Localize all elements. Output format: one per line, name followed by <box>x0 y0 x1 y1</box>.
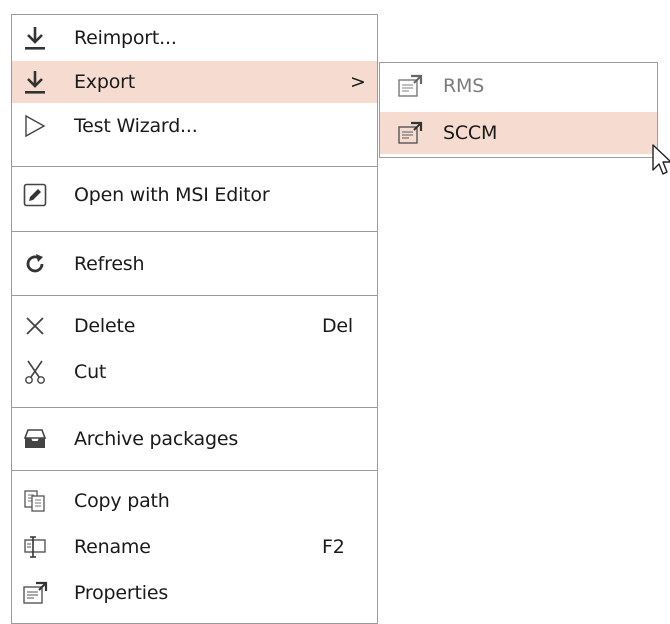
menu-item-rename[interactable]: Rename F2 <box>12 526 377 568</box>
properties-icon <box>18 576 52 610</box>
menu-separator <box>12 295 377 296</box>
refresh-icon <box>18 247 52 281</box>
context-menu: Reimport... Export > Test Wizard... Open… <box>11 14 378 624</box>
menu-item-label: Open with MSI Editor <box>74 184 270 206</box>
archive-tray-icon <box>18 422 52 456</box>
submenu-item-sccm[interactable]: SCCM <box>380 112 657 154</box>
submenu-item-label: RMS <box>443 75 485 97</box>
menu-item-delete[interactable]: Delete Del <box>12 305 377 347</box>
shortcut-label: Del <box>322 315 353 337</box>
menu-item-label: Export <box>74 71 135 93</box>
shortcut-label: F2 <box>322 536 345 558</box>
mouse-pointer-icon <box>652 144 670 175</box>
scissors-icon <box>18 355 52 389</box>
menu-separator <box>12 407 377 408</box>
menu-item-cut[interactable]: Cut <box>12 351 377 393</box>
delete-x-icon <box>18 309 52 343</box>
menu-item-label: Cut <box>74 361 107 383</box>
menu-item-label: Reimport... <box>74 27 177 49</box>
menu-item-label: Properties <box>74 582 169 604</box>
menu-item-label: Delete <box>74 315 136 337</box>
menu-separator <box>12 470 377 471</box>
export-submenu: RMS SCCM <box>379 62 658 158</box>
submenu-chevron-icon: > <box>350 71 366 93</box>
menu-item-label: Copy path <box>74 490 170 512</box>
export-down-arrow-icon <box>18 65 52 99</box>
play-triangle-icon <box>18 109 52 143</box>
menu-item-archive-packages[interactable]: Archive packages <box>12 418 377 460</box>
import-down-arrow-icon <box>18 21 52 55</box>
menu-item-export[interactable]: Export > <box>12 61 377 103</box>
menu-item-label: Test Wizard... <box>74 115 198 137</box>
menu-item-label: Refresh <box>74 253 145 275</box>
rename-icon <box>18 530 52 564</box>
submenu-item-rms[interactable]: RMS <box>380 65 657 107</box>
copy-icon <box>18 484 52 518</box>
submenu-item-label: SCCM <box>443 122 498 144</box>
menu-item-label: Archive packages <box>74 428 239 450</box>
menu-item-copy-path[interactable]: Copy path <box>12 480 377 522</box>
package-properties-icon <box>393 116 427 150</box>
menu-item-refresh[interactable]: Refresh <box>12 243 377 285</box>
menu-separator <box>12 231 377 232</box>
menu-separator <box>12 166 377 167</box>
menu-item-label: Rename <box>74 536 151 558</box>
menu-item-reimport[interactable]: Reimport... <box>12 17 377 59</box>
menu-item-properties[interactable]: Properties <box>12 572 377 614</box>
pencil-edit-icon <box>18 178 52 212</box>
menu-item-open-msi-editor[interactable]: Open with MSI Editor <box>12 174 377 216</box>
menu-item-test-wizard[interactable]: Test Wizard... <box>12 105 377 147</box>
package-properties-icon <box>393 69 427 103</box>
